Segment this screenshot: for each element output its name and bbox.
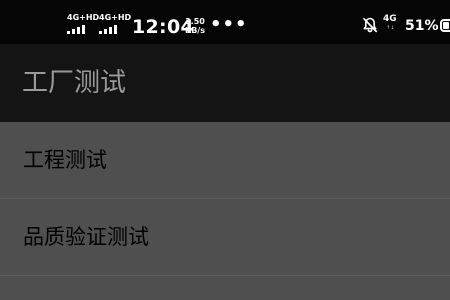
test-menu-list: 工程测试 品质验证测试 [0,122,450,276]
battery-percentage: 51% [405,18,439,34]
app-bar: 工厂测试 [0,44,450,122]
data-network-type: 4G [383,14,397,24]
more-notifications-icon: ••• [210,14,248,35]
list-item-label: 品质验证测试 [23,225,149,249]
sim2-network-type: 4G+HD [99,13,132,22]
network-speed-value: 3.50 [185,17,205,26]
list-item-label: 工程测试 [23,148,107,172]
status-bar: 4G+HD 4G+HD 12:04 3.50 KB/s ••• 4G ↑↓ 51… [0,0,450,44]
bell-off-icon [363,17,378,33]
battery-fill [443,22,449,29]
page-title: 工厂测试 [22,68,127,98]
data-activity-arrows: ↑↓ [386,25,395,31]
data-network-icon: 4G ↑↓ [383,15,401,35]
list-item-quality-verification-test[interactable]: 品质验证测试 [0,199,450,276]
sim1-network-type: 4G+HD [67,13,100,22]
sim2-signal-icon: 4G+HD [99,14,131,36]
network-speed: 3.50 KB/s [185,17,205,35]
list-item-engineering-test[interactable]: 工程测试 [0,122,450,199]
sim1-signal-icon: 4G+HD [67,14,99,36]
network-speed-unit: KB/s [185,26,205,35]
battery-icon [440,19,450,32]
